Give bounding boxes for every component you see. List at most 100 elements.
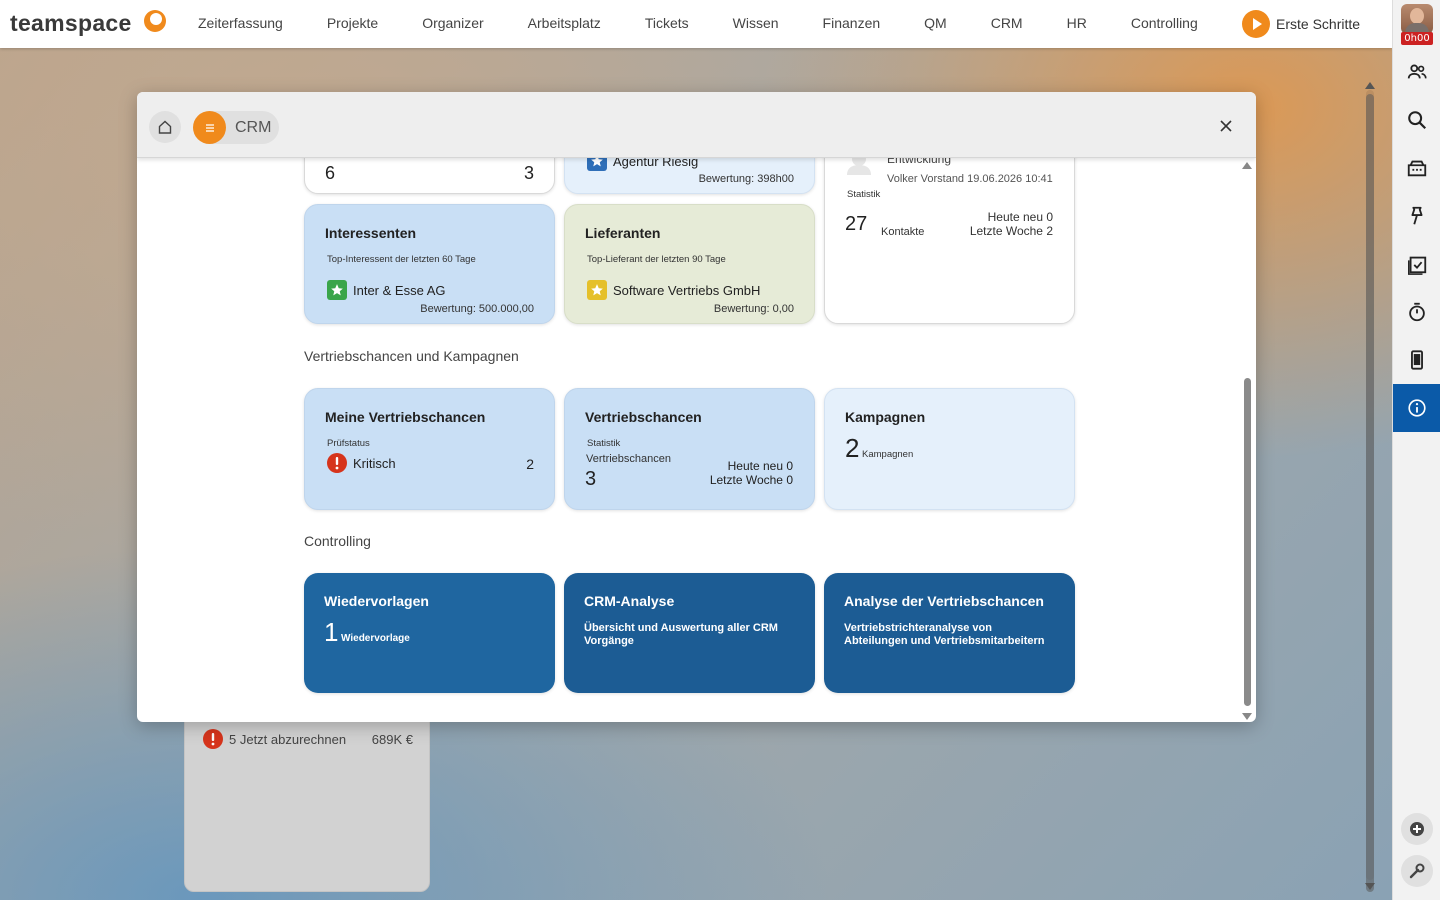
pin-button[interactable] bbox=[1393, 192, 1440, 240]
tile-interessenten[interactable]: Interessenten Top-Interessent der letzte… bbox=[304, 204, 555, 324]
info-button[interactable] bbox=[1393, 384, 1440, 432]
nav-item-crm[interactable]: CRM bbox=[969, 0, 1045, 48]
critical-status-label: Kritisch bbox=[353, 455, 396, 471]
tile-vc-stat-label: Statistik bbox=[587, 438, 621, 449]
dialog-content[interactable]: 6 3 Agentur Riesig Bewertung: 398h00 Ent… bbox=[137, 158, 1256, 722]
tile-lieferanten[interactable]: Lieferanten Top-Lieferant der letzten 90… bbox=[564, 204, 815, 324]
avatar bbox=[1401, 4, 1433, 34]
time-badge: 0h00 bbox=[1401, 32, 1433, 45]
tile-vc-label: Vertriebschancen bbox=[586, 453, 671, 465]
inbox-button[interactable] bbox=[1393, 144, 1440, 192]
tile-kampagnen-count: 2 bbox=[845, 433, 860, 463]
tile-top-2-entry[interactable]: Agentur Riesig bbox=[587, 158, 698, 171]
page-scrollbar[interactable] bbox=[1362, 80, 1378, 892]
first-steps-label: Erste Schritte bbox=[1276, 16, 1361, 32]
dialog-scroll-down-icon[interactable] bbox=[1242, 713, 1252, 720]
page-scroll-down-icon[interactable] bbox=[1365, 883, 1375, 890]
nav-item-arbeitsplatz[interactable]: Arbeitsplatz bbox=[506, 0, 623, 48]
top-interessent-rating: Bewertung: 500.000,00 bbox=[420, 303, 534, 315]
close-button[interactable] bbox=[1216, 116, 1236, 136]
top-interessent-entry[interactable]: Inter & Esse AG bbox=[327, 280, 446, 300]
tile-crm-analyse-desc: Übersicht und Auswertung aller CRM Vorgä… bbox=[584, 622, 778, 647]
page-scroll-up-icon[interactable] bbox=[1365, 82, 1375, 89]
tile-vertriebschancen[interactable]: Vertriebschancen Statistik Vertriebschan… bbox=[564, 388, 815, 510]
tile-kampagnen[interactable]: Kampagnen 2 Kampagnen bbox=[824, 388, 1075, 510]
section-title-controlling: Controlling bbox=[304, 533, 371, 549]
tile-top-3[interactable]: Entwicklung Volker Vorstand 19.06.2026 1… bbox=[824, 158, 1075, 324]
star-icon bbox=[587, 280, 607, 300]
tile-wiedervorlagen-unit: Wiedervorlage bbox=[341, 633, 410, 644]
user-avatar-button[interactable]: 0h00 bbox=[1401, 4, 1433, 45]
tile-top-2[interactable]: Agentur Riesig Bewertung: 398h00 bbox=[564, 158, 815, 194]
tile-vc-today: Heute neu 0 bbox=[727, 459, 793, 473]
critical-status-entry[interactable]: Kritisch bbox=[327, 453, 396, 473]
nav-item-finanzen[interactable]: Finanzen bbox=[801, 0, 903, 48]
tile-top-1[interactable]: 6 3 bbox=[304, 158, 555, 194]
home-icon bbox=[158, 120, 172, 134]
billing-amount: 689K € bbox=[371, 731, 413, 747]
dialog-scrollbar-thumb[interactable] bbox=[1244, 378, 1251, 706]
tile-kampagnen-unit: Kampagnen bbox=[862, 449, 914, 460]
nav-item-organizer[interactable]: Organizer bbox=[400, 0, 505, 48]
dialog-scrollbar[interactable] bbox=[1240, 158, 1254, 722]
star-icon bbox=[327, 280, 347, 300]
menu-icon bbox=[193, 111, 226, 144]
nav-item-controlling[interactable]: Controlling bbox=[1109, 0, 1220, 48]
pin-icon bbox=[1411, 206, 1423, 225]
nav-item-projekte[interactable]: Projekte bbox=[305, 0, 400, 48]
tile-top-3-name: Entwicklung bbox=[887, 158, 952, 166]
inbox-icon bbox=[1407, 160, 1427, 177]
top-navigation-bar: teamspace Zeiterfassung Projekte Organiz… bbox=[0, 0, 1392, 48]
nav-item-zeiterfassung[interactable]: Zeiterfassung bbox=[176, 0, 305, 48]
top-lieferant-entry[interactable]: Software Vertriebs GmbH bbox=[587, 280, 760, 300]
contact-avatar-icon bbox=[847, 158, 871, 175]
tile-lieferanten-subtitle: Top-Lieferant der letzten 90 Tage bbox=[587, 254, 726, 265]
tile-vc-title: Vertriebschancen bbox=[585, 409, 702, 425]
dialog-scroll-up-icon[interactable] bbox=[1242, 162, 1252, 169]
main-nav: Zeiterfassung Projekte Organizer Arbeits… bbox=[176, 0, 1220, 48]
breadcrumb[interactable]: CRM bbox=[193, 111, 279, 144]
add-widget-button[interactable] bbox=[1401, 813, 1433, 845]
tile-top-1-right-count: 3 bbox=[523, 163, 534, 183]
tile-interessenten-subtitle: Top-Interessent der letzten 60 Tage bbox=[327, 254, 476, 265]
calendar-button[interactable] bbox=[1393, 240, 1440, 288]
tile-analyse-vertriebschancen[interactable]: Analyse der Vertriebschancen Vertriebstr… bbox=[824, 573, 1075, 693]
right-sidebar: 0h00 bbox=[1392, 0, 1440, 900]
tile-wiedervorlagen-count: 1 bbox=[324, 617, 339, 647]
tile-top-3-last-week: Letzte Woche 2 bbox=[969, 224, 1053, 238]
top-lieferant-rating: Bewertung: 0,00 bbox=[713, 303, 794, 315]
play-icon bbox=[1242, 10, 1270, 38]
tile-analyse-vc-desc: Vertriebstrichteranalyse von Abteilungen… bbox=[844, 622, 1045, 647]
home-button[interactable] bbox=[149, 111, 181, 143]
critical-status-count: 2 bbox=[526, 456, 534, 472]
tile-top-2-rating: Bewertung: 398h00 bbox=[698, 173, 794, 185]
tile-meine-vertriebschancen[interactable]: Meine Vertriebschancen Prüfstatus Kritis… bbox=[304, 388, 555, 510]
search-button[interactable] bbox=[1393, 96, 1440, 144]
nav-item-tickets[interactable]: Tickets bbox=[623, 0, 711, 48]
settings-button[interactable] bbox=[1401, 855, 1433, 887]
nav-item-qm[interactable]: QM bbox=[902, 0, 969, 48]
tile-crm-analyse[interactable]: CRM-Analyse Übersicht und Auswertung all… bbox=[564, 573, 815, 693]
tile-meine-vc-subtitle: Prüfstatus bbox=[327, 438, 370, 449]
app-logo[interactable]: teamspace bbox=[10, 10, 132, 37]
nav-item-wissen[interactable]: Wissen bbox=[711, 0, 801, 48]
tile-vc-last-week: Letzte Woche 0 bbox=[709, 473, 793, 487]
wrench-icon bbox=[1409, 863, 1425, 879]
tile-interessenten-title: Interessenten bbox=[325, 225, 417, 241]
stopwatch-icon bbox=[1409, 302, 1425, 322]
people-icon bbox=[1407, 64, 1427, 79]
close-icon bbox=[1220, 120, 1232, 132]
tile-top-3-stat-label: Statistik bbox=[847, 189, 881, 200]
crm-dialog: CRM 6 3 Agentur Riesig Bewertung: 398h00… bbox=[137, 92, 1256, 722]
billing-row[interactable]: 5 Jetzt abzurechnen 689K € bbox=[203, 729, 413, 749]
nav-item-hr[interactable]: HR bbox=[1045, 0, 1109, 48]
page-scrollbar-thumb[interactable] bbox=[1366, 94, 1374, 892]
stopwatch-button[interactable] bbox=[1393, 288, 1440, 336]
mobile-button[interactable] bbox=[1393, 336, 1440, 384]
tile-wiedervorlagen[interactable]: Wiedervorlagen 1 Wiedervorlage bbox=[304, 573, 555, 693]
people-button[interactable] bbox=[1393, 48, 1440, 96]
logo-mark-icon bbox=[144, 10, 166, 32]
tile-analyse-vc-title: Analyse der Vertriebschancen bbox=[844, 593, 1044, 609]
section-title-sales: Vertriebschancen und Kampagnen bbox=[304, 348, 519, 364]
first-steps-button[interactable]: Erste Schritte bbox=[1242, 10, 1360, 38]
